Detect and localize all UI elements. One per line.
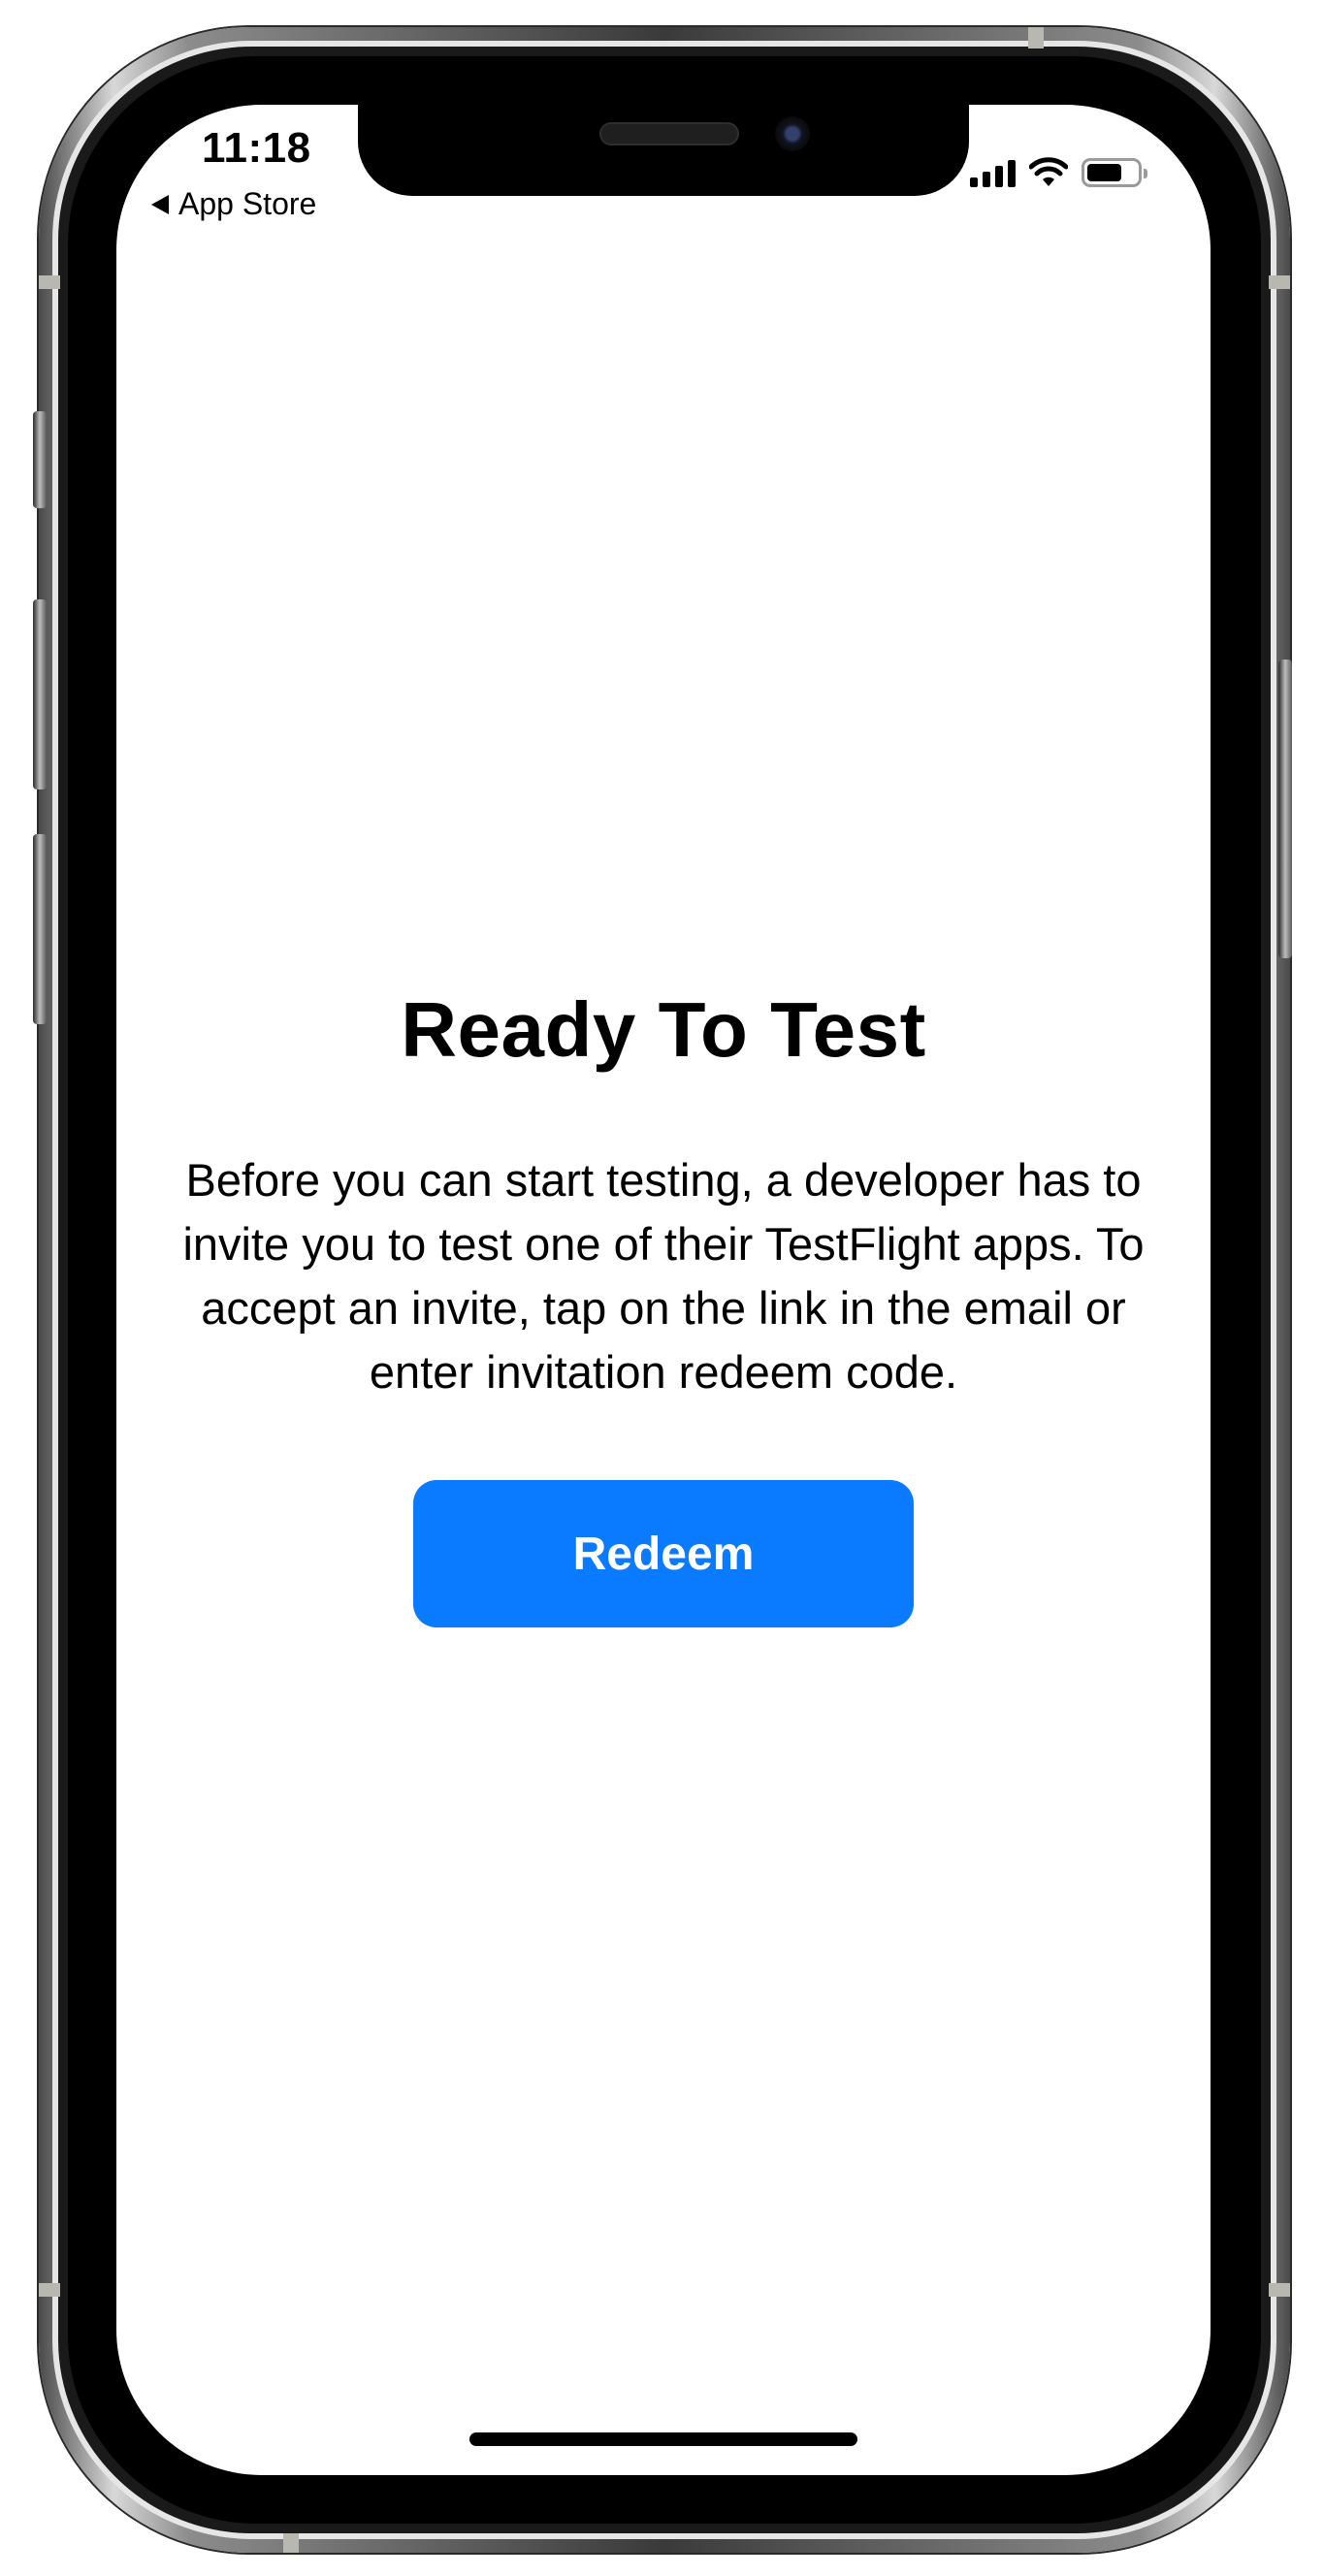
description-text: Before you can start testing, a develope… (182, 1154, 1145, 1398)
battery-icon (1082, 158, 1147, 187)
status-icons (970, 153, 1147, 192)
front-camera (775, 116, 810, 151)
back-link-label: App Store (178, 186, 317, 221)
antenna-band (1269, 2283, 1290, 2297)
silent-switch (33, 411, 47, 508)
cellular-signal-icon (970, 158, 1016, 187)
volume-down-button (33, 834, 47, 1024)
volume-up-button (33, 599, 47, 789)
iphone-device: 11:18 App Store Ready To Test Before you… (0, 0, 1324, 2576)
status-time: 11:18 (202, 124, 311, 172)
antenna-band (39, 2283, 60, 2297)
back-triangle-icon (151, 194, 169, 214)
redeem-button[interactable]: Redeem (413, 1480, 914, 1627)
page-title: Ready To Test (401, 986, 926, 1073)
antenna-band (39, 275, 60, 289)
antenna-band (1269, 275, 1290, 289)
back-to-app-store-link[interactable]: App Store (151, 186, 316, 222)
power-button (1278, 660, 1292, 958)
antenna-band (283, 2533, 299, 2553)
home-indicator[interactable] (469, 2432, 857, 2446)
earpiece-speaker (599, 122, 739, 145)
screen: 11:18 App Store Ready To Test Before you… (116, 105, 1211, 2475)
antenna-band (1028, 27, 1044, 48)
wifi-icon (1029, 157, 1068, 186)
notch (358, 105, 969, 196)
